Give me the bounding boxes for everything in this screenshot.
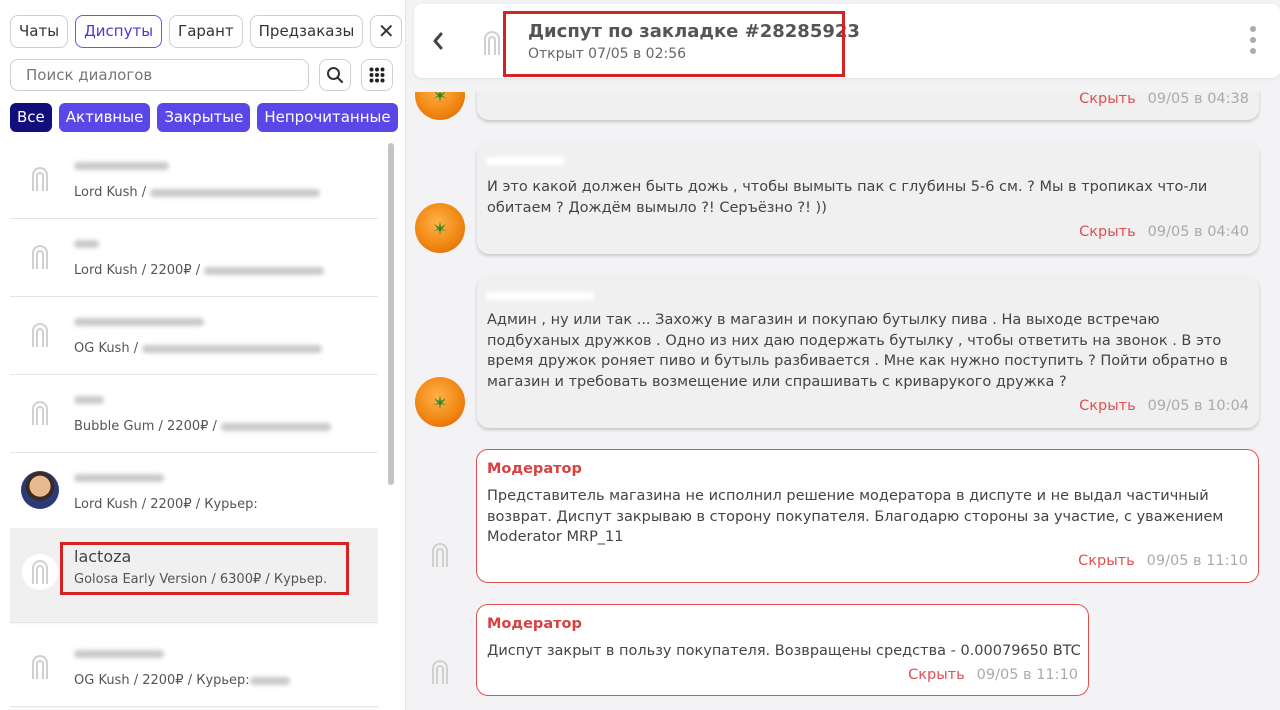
dialog-subtitle: OG Kush / 2200₽ / Курьер: — [74, 673, 290, 688]
grid-menu-button[interactable] — [361, 59, 393, 91]
marketplace-logo-icon — [22, 395, 58, 431]
app-root: Чаты Диспуты Гарант Предзаказы ✕ Все Акт… — [0, 0, 1280, 710]
sender-avatar — [415, 92, 465, 120]
more-options-button[interactable] — [1250, 26, 1258, 59]
filter-row: Все Активные Закрытые Непрочитанные — [10, 103, 398, 132]
grid-icon — [369, 67, 385, 83]
moderator-message: Модератор Представитель магазина не испо… — [476, 449, 1259, 583]
back-button[interactable] — [432, 31, 444, 56]
close-icon: ✕ — [377, 19, 395, 43]
dialog-list-scrollbar[interactable] — [388, 143, 394, 485]
category-tabs: Чаты Диспуты Гарант Предзаказы ✕ — [10, 15, 403, 48]
marketplace-logo-icon — [22, 239, 58, 275]
user-avatar — [20, 470, 60, 510]
filter-all[interactable]: Все — [10, 103, 52, 132]
tab-chats[interactable]: Чаты — [10, 15, 69, 48]
chevron-left-icon — [433, 32, 443, 50]
dialog-subtitle: Lord Kush / — [74, 185, 321, 200]
message-time: 09/05 в 04:38 — [1147, 92, 1249, 107]
message-author: Модератор — [487, 616, 582, 632]
marketplace-logo-icon — [22, 161, 58, 197]
moderator-logo-icon — [430, 659, 450, 689]
dispute-opened-date: Открыт 07/05 в 02:56 — [528, 46, 687, 62]
message-thread: Скрыть 09/05 в 04:38 И это какой должен б… — [414, 92, 1280, 710]
marketplace-logo-icon — [482, 30, 502, 60]
dispute-header: Диспут по закладке #28285923 Открыт 07/0… — [414, 4, 1280, 78]
dialog-item[interactable]: Bubble Gum / 2200₽ / — [10, 375, 378, 453]
message-time: 09/05 в 10:04 — [1147, 398, 1249, 414]
filter-active[interactable]: Активные — [58, 103, 151, 132]
leaf-icon — [433, 395, 447, 409]
sender-avatar — [415, 377, 465, 427]
filter-closed[interactable]: Закрытые — [157, 103, 251, 132]
message-time: 09/05 в 04:40 — [1147, 224, 1249, 240]
dialog-item-selected[interactable]: lactoza Golosa Early Version / 6300₽ / К… — [10, 528, 378, 623]
leaf-icon — [433, 221, 447, 235]
dialog-subtitle: Lord Kush / 2200₽ / Курьер: — [74, 497, 258, 512]
hide-message-link[interactable]: Скрыть — [1079, 398, 1136, 414]
dialog-name — [74, 233, 99, 252]
hide-message-link[interactable]: Скрыть — [1079, 224, 1136, 240]
search-button[interactable] — [319, 59, 351, 91]
search-input[interactable] — [10, 59, 309, 91]
page-title: Диспут по закладке #28285923 — [528, 21, 860, 42]
message-author: Модератор — [487, 461, 582, 477]
message-text: Представитель магазина не исполнил решен… — [487, 488, 1224, 545]
message-text: Диспут закрыт в пользу покупателя. Возвр… — [487, 643, 1081, 659]
sender-avatar — [415, 203, 465, 253]
moderator-message: Модератор Диспут закрыт в пользу покупат… — [476, 604, 1089, 696]
tab-disputes[interactable]: Диспуты — [75, 15, 163, 48]
dialog-name — [74, 389, 104, 408]
dialog-name — [74, 311, 204, 330]
dialog-subtitle: Bubble Gum / 2200₽ / — [74, 419, 332, 434]
dialog-item[interactable]: Lord Kush / — [10, 141, 378, 219]
message-time: 09/05 в 11:10 — [976, 667, 1078, 683]
dialog-name — [74, 643, 164, 662]
message-bubble: И это какой должен быть дожь , чтобы вым… — [477, 142, 1259, 254]
dialog-item[interactable]: OG Kush / — [10, 297, 378, 375]
marketplace-logo-icon — [22, 554, 58, 590]
message-bubble: Админ , ну или так ... Захожу в магазин … — [477, 275, 1259, 428]
hide-message-link[interactable]: Скрыть — [908, 667, 965, 683]
dialog-list: Lord Kush / Lord Kush / 2200₽ / OG Kush … — [10, 141, 378, 710]
sender-name — [485, 285, 595, 304]
dialog-name — [74, 467, 164, 486]
marketplace-logo-icon — [22, 317, 58, 353]
dialog-item[interactable]: OG Kush / 2200₽ / Курьер: — [10, 629, 378, 707]
hide-message-link[interactable]: Скрыть — [1078, 553, 1135, 569]
message-text: Админ , ну или так ... Захожу в магазин … — [487, 312, 1228, 390]
dialog-item[interactable]: Lord Kush / 2200₽ / Курьер: — [10, 453, 378, 531]
message-text: И это какой должен быть дожь , чтобы вым… — [487, 179, 1208, 216]
tab-preorders[interactable]: Предзаказы — [249, 15, 364, 48]
dialog-name: lactoza — [74, 547, 132, 566]
dialog-name — [74, 155, 169, 174]
hide-message-link[interactable]: Скрыть — [1079, 92, 1136, 107]
close-button[interactable]: ✕ — [370, 15, 403, 48]
sender-name — [485, 150, 565, 169]
marketplace-logo-icon — [22, 649, 58, 685]
message-time: 09/05 в 11:10 — [1146, 553, 1248, 569]
leaf-icon — [433, 92, 447, 102]
moderator-logo-icon — [430, 542, 450, 572]
dialog-subtitle: OG Kush / — [74, 341, 323, 356]
message-bubble: Скрыть 09/05 в 04:38 — [477, 92, 1259, 120]
dialog-subtitle: Lord Kush / 2200₽ / — [74, 263, 325, 278]
dialog-item[interactable]: Lord Kush / 2200₽ / — [10, 219, 378, 297]
kebab-icon — [1250, 26, 1258, 54]
dialogs-panel: Чаты Диспуты Гарант Предзаказы ✕ Все Акт… — [0, 0, 406, 710]
filter-unread[interactable]: Непрочитанные — [257, 103, 398, 132]
search-icon — [327, 67, 344, 84]
dialog-subtitle: Golosa Early Version / 6300₽ / Курьер. — [74, 572, 328, 587]
tab-guarantee[interactable]: Гарант — [169, 15, 243, 48]
